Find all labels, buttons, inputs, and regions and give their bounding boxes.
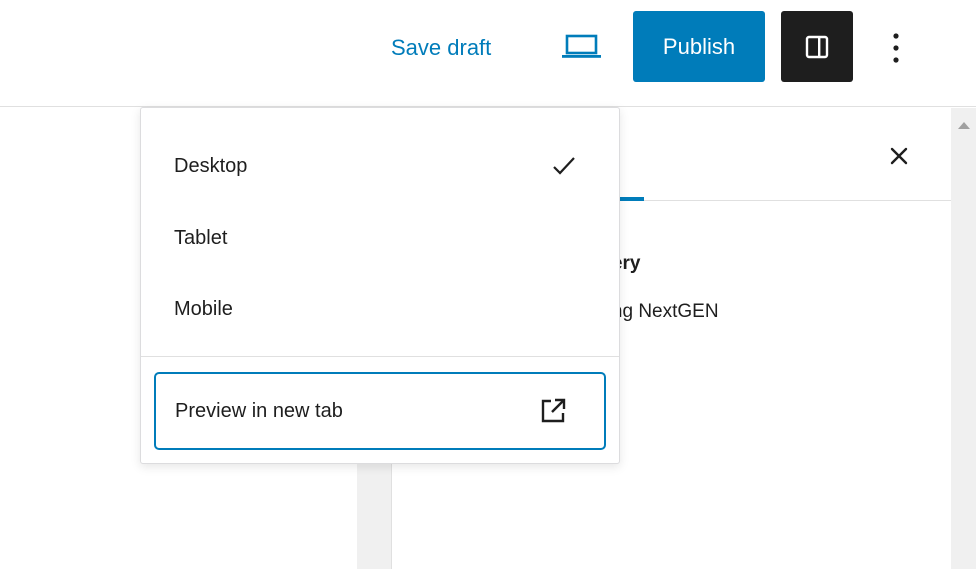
laptop-icon — [562, 34, 601, 58]
preview-button[interactable] — [559, 26, 605, 70]
publish-button[interactable]: Publish — [633, 11, 765, 82]
menu-item-mobile[interactable]: Mobile — [141, 278, 619, 340]
settings-toggle-button[interactable] — [781, 11, 853, 82]
sidebar-toggle-icon — [805, 35, 829, 59]
menu-item-tablet[interactable]: Tablet — [141, 207, 619, 269]
vertical-ellipsis-icon — [893, 33, 899, 63]
preview-in-new-tab-label: Preview in new tab — [175, 400, 343, 422]
preview-in-new-tab-button[interactable]: Preview in new tab — [154, 372, 606, 450]
menu-item-label: Tablet — [174, 227, 228, 249]
menu-divider — [141, 356, 619, 357]
editor-toolbar: Save draft Publish — [0, 0, 976, 107]
scrollbar[interactable] — [951, 108, 976, 569]
scroll-up-arrow[interactable] — [958, 122, 970, 129]
save-draft-button[interactable]: Save draft — [391, 30, 491, 66]
preview-dropdown-menu: Desktop Tablet Mobile Preview in new tab — [140, 107, 620, 464]
menu-item-label: Mobile — [174, 298, 233, 320]
checkmark-icon — [553, 157, 575, 175]
menu-item-label: Desktop — [174, 155, 248, 177]
menu-item-desktop[interactable]: Desktop — [141, 135, 619, 197]
options-button[interactable] — [880, 26, 912, 70]
external-link-icon — [541, 398, 566, 423]
